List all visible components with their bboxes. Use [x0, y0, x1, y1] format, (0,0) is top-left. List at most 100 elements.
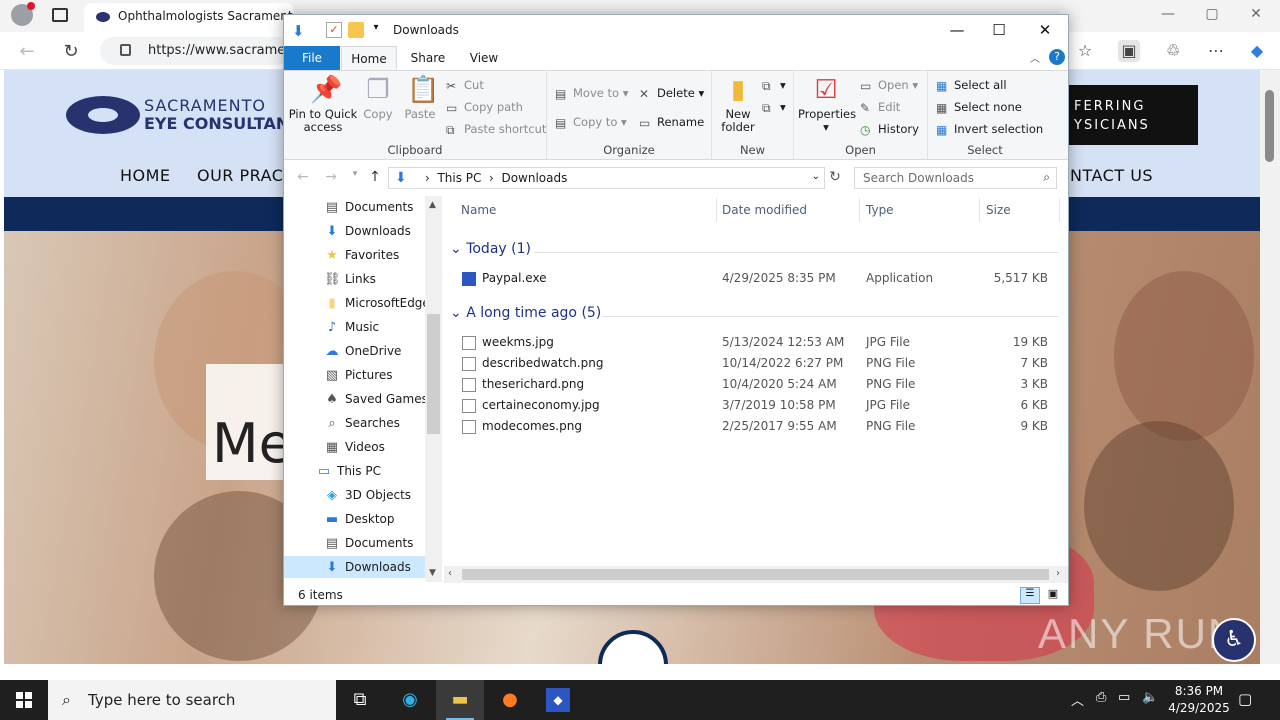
file-row[interactable]: certaineconomy.jpg 3/7/2019 10:58 PM JPG F…: [452, 395, 1056, 416]
nav-item-favorites[interactable]: ★ Favorites: [284, 244, 425, 266]
open-button[interactable]: ▭ Open ▾: [860, 78, 918, 93]
refresh-icon[interactable]: ↻: [60, 41, 82, 62]
details-view-icon[interactable]: ☰: [1020, 587, 1040, 604]
page-scrollbar[interactable]: [1260, 70, 1280, 664]
history-button[interactable]: ◷ History: [860, 122, 919, 137]
nav-item-links[interactable]: ⛓ Links: [284, 268, 425, 290]
edit-button[interactable]: ✎ Edit: [860, 100, 900, 115]
properties-qa-icon[interactable]: ✓: [326, 22, 342, 38]
extensions-icon[interactable]: ♲: [1162, 40, 1184, 62]
address-dropdown-icon[interactable]: ⌄: [812, 171, 820, 182]
nav-item-documents[interactable]: ▤ Documents: [284, 196, 425, 218]
edge-icon[interactable]: ◉: [386, 680, 434, 720]
maximize-button[interactable]: ☐: [976, 15, 1022, 46]
cut-button[interactable]: ✂ Cut: [446, 78, 484, 93]
file-row[interactable]: modecomes.png 2/25/2017 9:55 AM PNG File 9 …: [452, 416, 1056, 437]
nav-item-music[interactable]: ♪ Music: [284, 316, 425, 338]
minimize-button[interactable]: —: [934, 15, 980, 46]
new-folder-button[interactable]: ▮ New folder: [716, 75, 760, 134]
scroll-left-icon[interactable]: ‹: [448, 568, 452, 579]
site-nav-practice[interactable]: OUR PRACT: [197, 166, 294, 185]
breadcrumb-this-pc[interactable]: This PC: [437, 171, 481, 185]
nav-item-onedrive[interactable]: ☁ OneDrive: [284, 340, 425, 362]
copy-to-button[interactable]: ▤ Copy to ▾: [555, 115, 627, 130]
task-view-icon[interactable]: ⧉: [336, 680, 384, 720]
copilot-icon[interactable]: ◆: [1246, 40, 1268, 62]
tab-share[interactable]: Share: [400, 46, 456, 70]
scroll-up-icon[interactable]: ▲: [429, 200, 436, 210]
rename-button[interactable]: ▭ Rename: [639, 115, 704, 130]
breadcrumb-downloads[interactable]: Downloads: [501, 171, 567, 185]
column-name[interactable]: Name: [461, 203, 496, 217]
paypal-app-icon[interactable]: ◆: [534, 680, 582, 720]
explorer-address-bar[interactable]: ⬇ › This PC › Downloads ⌄: [388, 167, 825, 189]
accessibility-icon[interactable]: ♿: [1212, 618, 1256, 662]
recent-locations-icon[interactable]: ▾: [346, 169, 364, 187]
customize-qa-icon[interactable]: ▾: [368, 22, 384, 38]
volume-icon[interactable]: 🔈: [1142, 690, 1158, 705]
navigation-pane-scrollbar[interactable]: ▲ ▼: [425, 196, 442, 582]
nav-item-microsoftedge[interactable]: ▮ MicrosoftEdge: [284, 292, 429, 314]
pin-quick-access-button[interactable]: 📌 Pin to Quick access: [288, 75, 358, 134]
new-item-button[interactable]: ⧉ ▾: [762, 78, 786, 93]
large-icons-view-icon[interactable]: ▣: [1044, 587, 1062, 604]
browser-restore-button[interactable]: ▢: [1202, 6, 1222, 26]
browser-close-button[interactable]: ✕: [1246, 6, 1266, 26]
collapse-ribbon-icon[interactable]: ︿: [1030, 50, 1040, 65]
properties-button[interactable]: ☑ Properties ▾: [798, 75, 856, 134]
scroll-right-icon[interactable]: ›: [1056, 568, 1060, 579]
file-explorer-icon[interactable]: ▬: [436, 680, 484, 720]
nav-item-downloads[interactable]: ⬇ Downloads: [284, 556, 425, 578]
nav-item-downloads[interactable]: ⬇ Downloads: [284, 220, 425, 242]
site-nav-contact[interactable]: NTACT US: [1070, 166, 1153, 185]
more-menu-icon[interactable]: ⋯: [1205, 40, 1227, 62]
search-input[interactable]: Search Downloads ⌕: [854, 167, 1057, 189]
tab-home[interactable]: Home: [341, 46, 397, 70]
collections-icon[interactable]: ▣: [1118, 40, 1140, 62]
tab-actions-icon[interactable]: [52, 8, 68, 22]
network-icon[interactable]: ⎙: [1096, 690, 1106, 705]
show-hidden-icons-icon[interactable]: ︿: [1071, 690, 1084, 709]
profile-avatar-icon[interactable]: [11, 2, 35, 26]
copy-button[interactable]: ❐ Copy: [358, 75, 398, 121]
back-icon[interactable]: ←: [16, 41, 38, 62]
group-header[interactable]: ⌄ Today (1): [450, 241, 531, 257]
column-type[interactable]: Type: [866, 203, 894, 217]
referring-physicians-button[interactable]: FERRING YSICIANS: [1066, 85, 1198, 145]
back-arrow-icon[interactable]: ←: [294, 169, 312, 187]
close-button[interactable]: ✕: [1022, 15, 1068, 46]
taskbar-clock[interactable]: 8:36 PM 4/29/2025: [1160, 683, 1238, 717]
group-header[interactable]: ⌄ A long time ago (5): [450, 305, 601, 321]
new-folder-qa-icon[interactable]: [348, 22, 364, 38]
copy-path-button[interactable]: ▭ Copy path: [446, 100, 523, 115]
wifi-icon[interactable]: ▭: [1118, 690, 1130, 705]
paste-button[interactable]: 📋 Paste: [400, 75, 440, 121]
invert-selection-button[interactable]: ▦ Invert selection: [936, 122, 1043, 137]
move-to-button[interactable]: ▤ Move to ▾: [555, 86, 628, 101]
address-bar[interactable]: https://www.sacramen: [100, 37, 290, 65]
firefox-icon[interactable]: ●: [486, 680, 534, 720]
nav-item-3d-objects[interactable]: ◈ 3D Objects: [284, 484, 425, 506]
nav-item-desktop[interactable]: ▬ Desktop: [284, 508, 425, 530]
select-none-button[interactable]: ▦ Select none: [936, 100, 1022, 115]
file-row[interactable]: weekms.jpg 5/13/2024 12:53 AM JPG File 19 K…: [452, 332, 1056, 353]
help-icon[interactable]: ?: [1049, 49, 1065, 65]
easy-access-button[interactable]: ⧉ ▾: [762, 100, 786, 115]
forward-arrow-icon[interactable]: →: [322, 169, 340, 187]
nav-item-this-pc[interactable]: ▭ This PC: [284, 460, 425, 482]
column-date-modified[interactable]: Date modified: [722, 203, 807, 217]
nav-item-searches[interactable]: ⌕ Searches: [284, 412, 425, 434]
refresh-icon[interactable]: ↻: [826, 169, 844, 187]
file-row[interactable]: Paypal.exe 4/29/2025 8:35 PM Application 5,…: [452, 268, 1056, 289]
up-arrow-icon[interactable]: ↑: [366, 169, 384, 187]
tab-view[interactable]: View: [456, 46, 512, 70]
column-size[interactable]: Size: [986, 203, 1011, 217]
file-row[interactable]: describedwatch.png 10/14/2022 6:27 PM PNG …: [452, 353, 1056, 374]
taskbar-search[interactable]: ⌕ Type here to search: [48, 680, 336, 720]
browser-minimize-button[interactable]: —: [1158, 6, 1178, 26]
tab-file[interactable]: File: [284, 46, 340, 70]
start-button[interactable]: [0, 680, 48, 720]
nav-item-videos[interactable]: ▦ Videos: [284, 436, 425, 458]
notifications-icon[interactable]: ▢: [1238, 690, 1252, 708]
file-row[interactable]: theserichard.png 10/4/2020 5:24 AM PNG Fil…: [452, 374, 1056, 395]
